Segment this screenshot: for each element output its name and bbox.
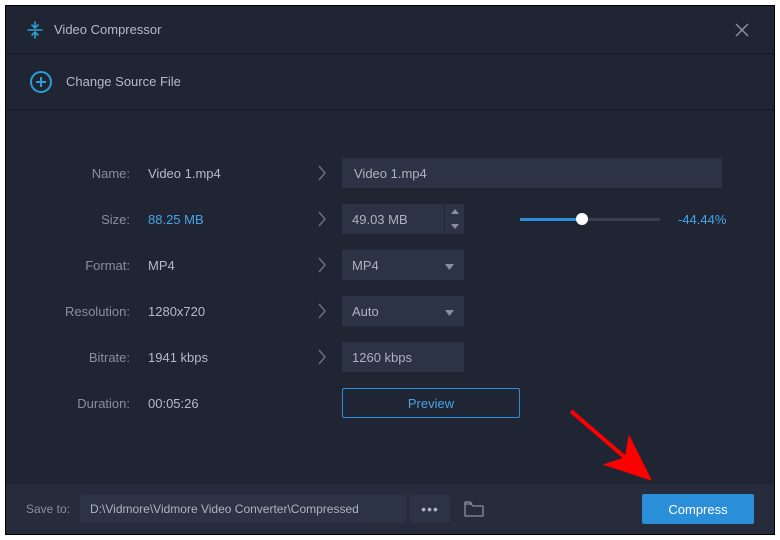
row-size: Size: 88.25 MB 49.03 MB -44.44% [42,196,738,242]
size-slider-wrap: -44.44% [520,212,726,227]
format-select[interactable]: MP4 [342,250,464,280]
close-button[interactable] [730,18,754,42]
row-name: Name: Video 1.mp4 [42,150,738,196]
plus-icon [36,77,46,87]
row-format: Format: MP4 MP4 [42,242,738,288]
stepper-down[interactable] [445,219,464,234]
change-source-row[interactable]: Change Source File [6,54,774,110]
content-area: Name: Video 1.mp4 Size: 88.25 MB 49.03 M… [6,110,774,426]
titlebar: Video Compressor [6,6,774,54]
chevron-right-icon [302,257,342,273]
chevron-right-icon [302,211,342,227]
value-duration: 00:05:26 [142,396,302,411]
compress-icon [26,21,44,39]
change-source-label[interactable]: Change Source File [66,74,181,89]
add-source-button[interactable] [30,71,52,93]
value-name: Video 1.mp4 [142,166,302,181]
chevron-down-icon [445,258,454,273]
resolution-select[interactable]: Auto [342,296,464,326]
save-to-label: Save to: [26,502,70,516]
name-input[interactable] [342,158,722,188]
label-resolution: Resolution: [42,304,142,319]
compress-button[interactable]: Compress [642,494,754,524]
chevron-right-icon [302,165,342,181]
save-path-select[interactable]: D:\Vidmore\Vidmore Video Converter\Compr… [80,495,406,523]
slider-thumb[interactable] [576,213,588,225]
close-icon [735,23,749,37]
chevron-right-icon [302,303,342,319]
row-duration: Duration: 00:05:26 Preview [42,380,738,426]
value-resolution: 1280x720 [142,304,302,319]
stepper-up[interactable] [445,204,464,219]
slider-fill [520,218,582,221]
size-stepper-value: 49.03 MB [342,204,444,234]
label-name: Name: [42,166,142,181]
value-bitrate: 1941 kbps [142,350,302,365]
bottombar: Save to: D:\Vidmore\Vidmore Video Conver… [6,484,774,534]
size-stepper[interactable]: 49.03 MB [342,204,464,234]
chevron-down-icon [445,304,454,319]
row-resolution: Resolution: 1280x720 Auto [42,288,738,334]
chevron-right-icon [302,349,342,365]
preview-button[interactable]: Preview [342,388,520,418]
label-size: Size: [42,212,142,227]
value-format: MP4 [142,258,302,273]
size-percent: -44.44% [678,212,726,227]
value-size: 88.25 MB [142,212,302,227]
resolution-select-value: Auto [352,304,379,319]
open-folder-button[interactable] [460,495,488,523]
browse-button[interactable]: ••• [410,495,450,523]
format-select-value: MP4 [352,258,379,273]
label-duration: Duration: [42,396,142,411]
row-bitrate: Bitrate: 1941 kbps 1260 kbps [42,334,738,380]
size-slider[interactable] [520,218,660,221]
label-bitrate: Bitrate: [42,350,142,365]
bitrate-input[interactable]: 1260 kbps [342,342,464,372]
label-format: Format: [42,258,142,273]
video-compressor-window: Video Compressor Change Source File Name… [5,5,775,535]
save-path-text: D:\Vidmore\Vidmore Video Converter\Compr… [90,502,359,516]
window-title: Video Compressor [54,22,161,37]
bitrate-value: 1260 kbps [352,350,412,365]
folder-icon [464,501,484,517]
